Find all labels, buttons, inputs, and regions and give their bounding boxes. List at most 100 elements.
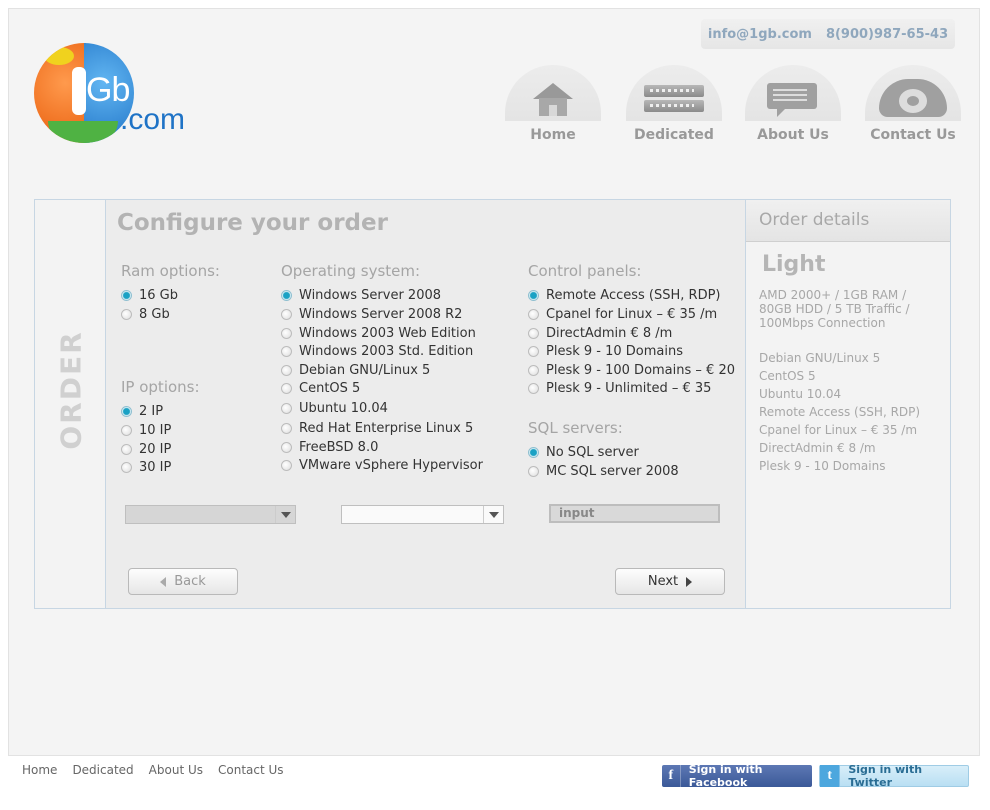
nav-contact-label: Contact Us (870, 127, 956, 143)
facebook-icon: f (662, 765, 681, 787)
radio[interactable] (121, 462, 132, 473)
ip-option-label: 10 IP (139, 423, 172, 438)
ip-option-label: 2 IP (139, 404, 164, 419)
twitter-signin-button[interactable]: t Sign in with Twitter (819, 763, 969, 789)
os-option[interactable]: FreeBSD 8.0 (281, 440, 378, 455)
select-dropdown-2[interactable] (341, 505, 504, 524)
chevron-down-icon[interactable] (483, 506, 503, 523)
radio[interactable] (528, 328, 539, 339)
radio[interactable] (281, 403, 292, 414)
select-dropdown-1[interactable] (125, 505, 296, 524)
os-option-label: VMware vSphere Hypervisor (299, 458, 483, 473)
nav-dedicated[interactable]: Dedicated (626, 65, 722, 155)
radio[interactable] (281, 328, 292, 339)
sql-option-label: MC SQL server 2008 (546, 464, 679, 479)
radio[interactable] (528, 346, 539, 357)
os-option[interactable]: Windows 2003 Std. Edition (281, 344, 473, 359)
detail-line: CentOS 5 (759, 369, 816, 383)
sql-option-label: No SQL server (546, 445, 639, 460)
radio-selected[interactable] (528, 447, 539, 458)
footer-nav: Home Dedicated About Us Contact Us (22, 763, 284, 777)
os-option[interactable]: VMware vSphere Hypervisor (281, 458, 483, 473)
radio[interactable] (281, 442, 292, 453)
radio[interactable] (281, 346, 292, 357)
os-option-label: Windows 2003 Web Edition (299, 326, 476, 341)
ip-option[interactable]: 20 IP (121, 442, 171, 457)
radio[interactable] (528, 365, 539, 376)
control-option[interactable]: Remote Access (SSH, RDP) (528, 288, 721, 303)
ip-option[interactable]: 30 IP (121, 460, 171, 475)
control-option[interactable]: Plesk 9 - 100 Domains – € 20 (528, 363, 735, 378)
radio-selected[interactable] (121, 290, 132, 301)
facebook-signin-button[interactable]: f Sign in with Facebook (662, 763, 812, 789)
home-icon (533, 83, 573, 117)
facebook-signin-label: Sign in with Facebook (688, 763, 763, 789)
nav-about[interactable]: About Us (745, 65, 841, 155)
control-option-label: Remote Access (SSH, RDP) (546, 288, 721, 303)
control-option-label: Plesk 9 - 100 Domains – € 20 (546, 363, 735, 378)
radio[interactable] (281, 383, 292, 394)
nav-home[interactable]: Home (505, 65, 601, 155)
os-title: Operating system: (281, 262, 421, 280)
footer-link-dedicated[interactable]: Dedicated (72, 763, 133, 777)
radio-selected[interactable] (528, 290, 539, 301)
os-option-label: Windows Server 2008 R2 (299, 307, 463, 322)
ram-option[interactable]: 16 Gb (121, 288, 178, 303)
chat-icon (767, 83, 817, 117)
radio-selected[interactable] (281, 290, 292, 301)
control-option-label: DirectAdmin € 8 /m (546, 326, 673, 341)
detail-line: Plesk 9 - 10 Domains (759, 459, 886, 473)
control-option[interactable]: Cpanel for Linux – € 35 /m (528, 307, 717, 322)
phone-icon (879, 79, 947, 119)
os-option[interactable]: Ubuntu 10.04 (281, 401, 388, 416)
radio[interactable] (281, 460, 292, 471)
os-option[interactable]: Red Hat Enterprise Linux 5 (281, 421, 473, 436)
footer-link-contact[interactable]: Contact Us (218, 763, 284, 777)
radio[interactable] (281, 423, 292, 434)
ip-option[interactable]: 10 IP (121, 423, 171, 438)
footer-link-about[interactable]: About Us (149, 763, 203, 777)
ram-option[interactable]: 8 Gb (121, 307, 170, 322)
back-button[interactable]: Back (128, 568, 238, 595)
logo-one (72, 67, 86, 115)
control-option[interactable]: Plesk 9 - 10 Domains (528, 344, 683, 359)
radio-selected[interactable] (121, 406, 132, 417)
sql-option[interactable]: No SQL server (528, 445, 639, 460)
os-option[interactable]: Windows 2003 Web Edition (281, 326, 476, 341)
radio[interactable] (528, 466, 539, 477)
nav-contact[interactable]: Contact Us (865, 65, 961, 155)
footer-link-home[interactable]: Home (22, 763, 57, 777)
control-option[interactable]: DirectAdmin € 8 /m (528, 326, 672, 341)
site-logo[interactable]: Gb .com (34, 43, 194, 143)
radio[interactable] (528, 309, 539, 320)
configure-title: Configure your order (117, 210, 388, 236)
os-option[interactable]: Debian GNU/Linux 5 (281, 363, 430, 378)
control-title: Control panels: (528, 262, 642, 280)
back-button-label: Back (174, 574, 206, 589)
os-option[interactable]: Windows Server 2008 R2 (281, 307, 462, 322)
os-option[interactable]: Windows Server 2008 (281, 288, 441, 303)
ip-option-label: 30 IP (139, 460, 172, 475)
control-option[interactable]: Plesk 9 - Unlimited – € 35 (528, 381, 711, 396)
ram-option-label: 16 Gb (139, 288, 178, 303)
ip-option[interactable]: 2 IP (121, 404, 163, 419)
ip-option-label: 20 IP (139, 442, 172, 457)
server-icon (644, 85, 704, 113)
radio[interactable] (121, 444, 132, 455)
detail-line: Ubuntu 10.04 (759, 387, 842, 401)
contact-email[interactable]: info@1gb.com (708, 27, 812, 42)
sql-option[interactable]: MC SQL server 2008 (528, 464, 679, 479)
radio[interactable] (121, 425, 132, 436)
detail-line: DirectAdmin € 8 /m (759, 441, 876, 455)
radio[interactable] (121, 309, 132, 320)
next-button[interactable]: Next (615, 568, 725, 595)
os-option-label: Windows Server 2008 (299, 288, 442, 303)
os-option[interactable]: CentOS 5 (281, 381, 360, 396)
chevron-down-icon[interactable] (275, 506, 295, 523)
text-input[interactable]: input (549, 504, 720, 523)
os-option-label: Debian GNU/Linux 5 (299, 363, 431, 378)
radio[interactable] (528, 383, 539, 394)
radio[interactable] (281, 309, 292, 320)
radio[interactable] (281, 365, 292, 376)
ram-option-label: 8 Gb (139, 307, 170, 322)
